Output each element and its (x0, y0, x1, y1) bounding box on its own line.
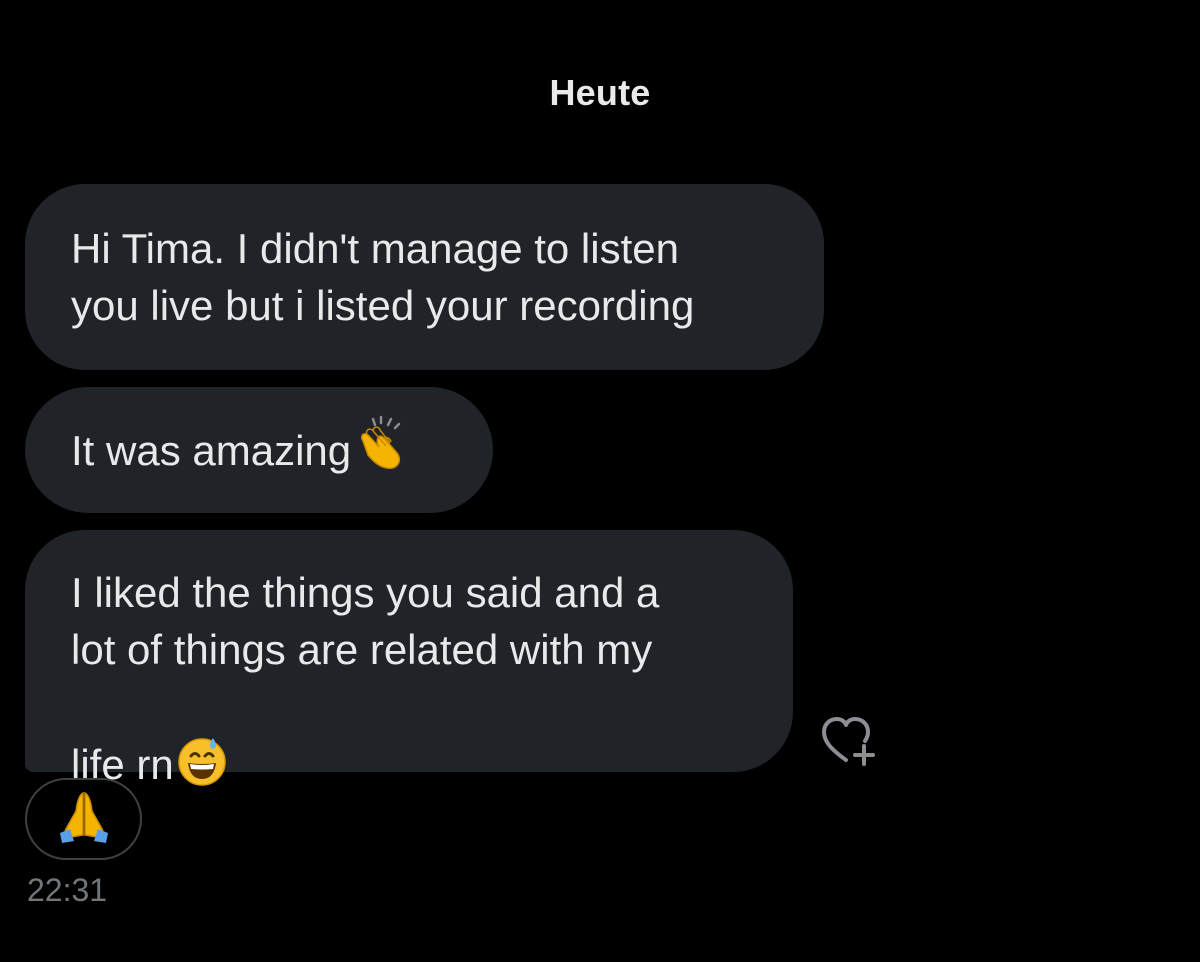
heart-plus-icon[interactable] (818, 712, 882, 768)
clapping-hands-icon (353, 415, 409, 485)
message-text: I liked the things you said and a lot of… (71, 564, 659, 801)
message-timestamp: 22:31 (27, 872, 108, 908)
folded-hands-icon (54, 789, 114, 850)
grinning-face-with-sweat-icon (176, 678, 228, 801)
message-bubble[interactable]: It was amazing (25, 387, 493, 513)
reaction-badge[interactable] (25, 778, 142, 860)
date-divider: Heute (549, 72, 651, 113)
message-text: Hi Tima. I didn't manage to listen you l… (71, 225, 695, 329)
message-bubble[interactable]: Hi Tima. I didn't manage to listen you l… (25, 184, 824, 370)
message-bubble[interactable]: I liked the things you said and a lot of… (25, 530, 793, 788)
message-text: It was amazing (71, 426, 352, 474)
